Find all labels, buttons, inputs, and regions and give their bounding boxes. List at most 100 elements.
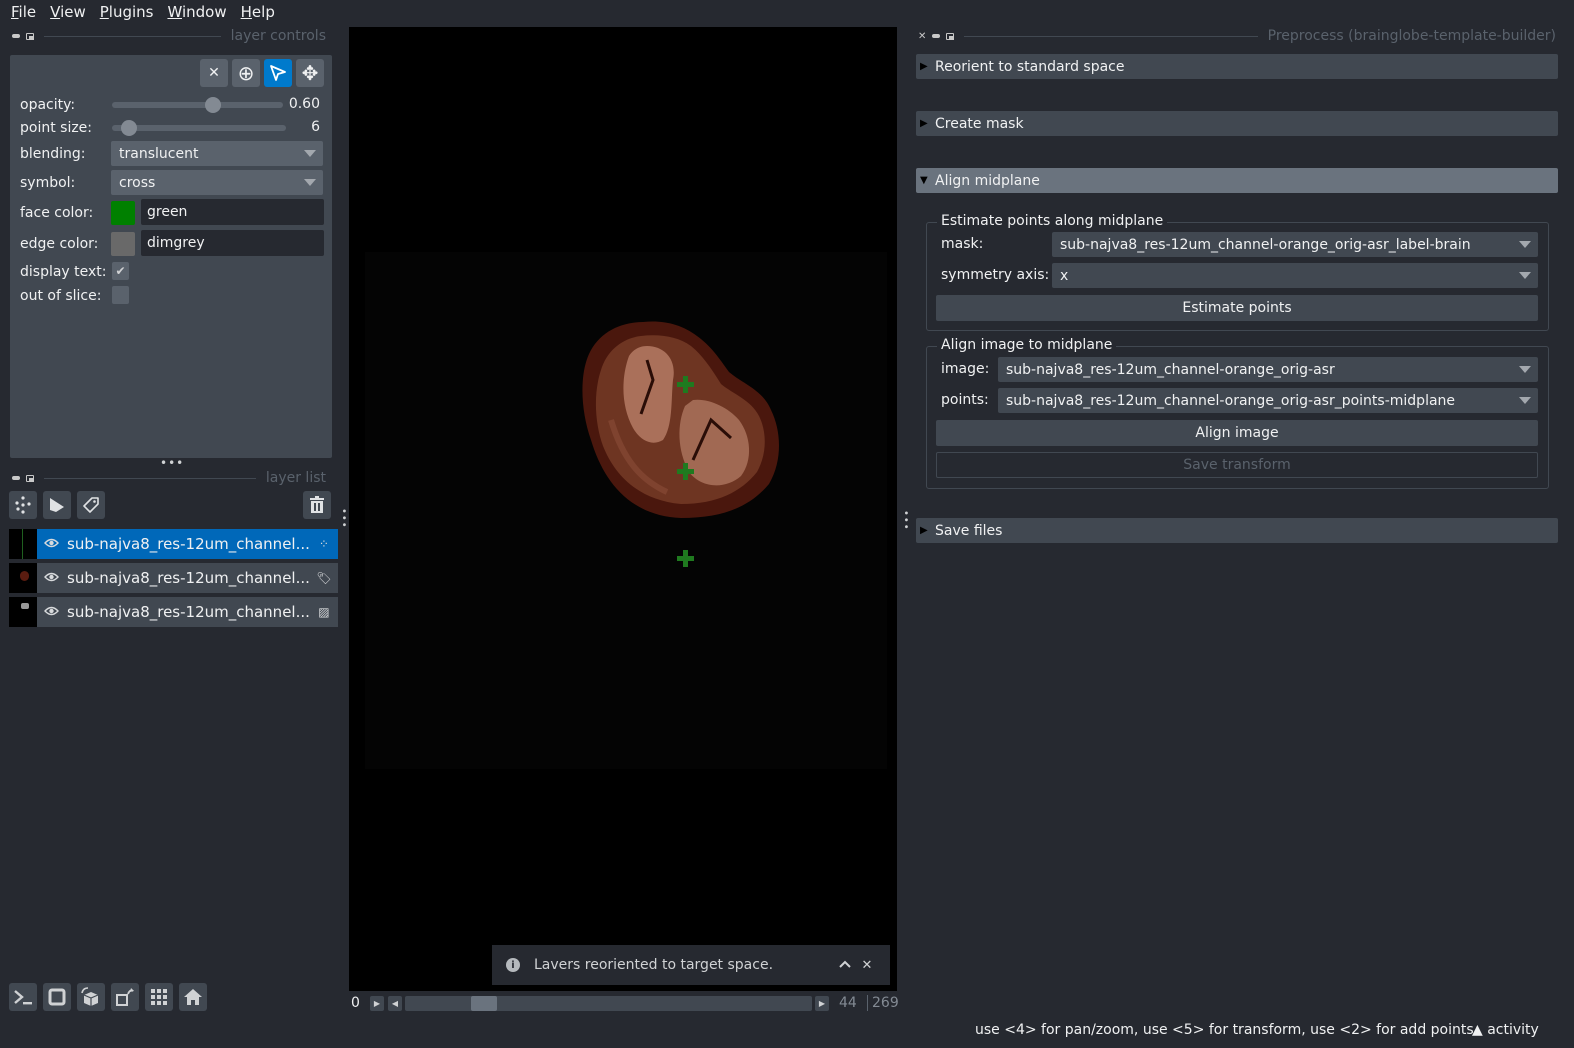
estimate-points-button[interactable]: Estimate points — [936, 295, 1538, 321]
layer-name[interactable]: sub-najva8_res-12um_channel... — [67, 603, 310, 621]
play-button[interactable]: ▶ — [370, 996, 384, 1011]
menu-plugins-label: lugins — [108, 3, 154, 21]
symmetry-axis-value: x — [1060, 267, 1069, 284]
dock-title-divider — [44, 35, 221, 37]
opacity-slider-handle[interactable] — [205, 97, 221, 113]
point-size-slider-handle[interactable] — [121, 120, 138, 136]
opacity-label: opacity: — [20, 97, 76, 113]
viewer-canvas[interactable] — [349, 27, 897, 991]
step-forward-button[interactable]: ▶ — [815, 996, 829, 1011]
grid-view-button[interactable] — [145, 983, 173, 1011]
dims-min-label: 0 — [351, 995, 360, 1011]
symmetry-axis-select[interactable]: x — [1052, 263, 1538, 288]
dock-float-icon[interactable] — [946, 32, 955, 40]
point-size-slider[interactable] — [112, 120, 286, 136]
section-save-files-label: Save files — [935, 522, 1003, 539]
dims-slider-thumb[interactable] — [471, 996, 498, 1011]
delete-points-button[interactable]: ✕ — [200, 59, 228, 87]
new-shapes-layer-button[interactable] — [43, 491, 71, 519]
roll-dims-button[interactable] — [77, 983, 105, 1011]
layer-item-body[interactable]: sub-najva8_res-12um_channel... ▨ — [37, 597, 338, 627]
dims-slider-track[interactable] — [405, 996, 812, 1011]
transpose-dims-button[interactable] — [111, 983, 139, 1011]
toggle-2d-3d-button[interactable] — [43, 983, 71, 1011]
left-dock-resize-handle[interactable]: ••• — [338, 508, 349, 529]
dock-hide-icon[interactable] — [12, 476, 20, 480]
layer-item-body[interactable]: sub-najva8_res-12um_channel... ⁘ — [37, 529, 338, 559]
pan-zoom-button[interactable]: ✥ — [296, 59, 324, 87]
activity-toggle[interactable]: ▲ activity — [1472, 1022, 1539, 1038]
expand-notification-icon[interactable] — [834, 958, 856, 973]
visibility-eye-icon[interactable] — [44, 571, 60, 586]
dock-float-icon[interactable] — [26, 474, 34, 482]
new-labels-layer-button[interactable] — [77, 491, 105, 519]
dock-title-divider — [964, 35, 1258, 37]
console-button[interactable] — [9, 983, 37, 1011]
menu-plugins[interactable]: Plugins — [93, 3, 161, 21]
delete-layer-button[interactable] — [303, 491, 331, 519]
midplane-point-marker[interactable] — [677, 550, 694, 567]
symbol-select[interactable]: cross — [111, 170, 323, 195]
dock-hide-icon[interactable] — [12, 34, 20, 38]
triangle-right-icon: ▶ — [920, 118, 928, 129]
menu-help[interactable]: Help — [234, 3, 282, 21]
menu-view[interactable]: View — [43, 3, 93, 21]
image-select[interactable]: sub-najva8_res-12um_channel-orange_orig-… — [998, 357, 1538, 382]
new-points-layer-button[interactable] — [9, 491, 37, 519]
dims-separator — [867, 995, 868, 1011]
triangle-down-icon: ▼ — [920, 175, 928, 186]
dock-splitter-handle[interactable]: ••• — [160, 456, 184, 470]
close-notification-icon[interactable]: ✕ — [856, 958, 878, 973]
right-dock-resize-handle[interactable]: ••• — [900, 510, 911, 531]
step-back-button[interactable]: ◀ — [388, 996, 402, 1011]
out-of-slice-checkbox[interactable] — [112, 286, 129, 304]
info-icon: i — [506, 958, 520, 972]
midplane-point-marker[interactable] — [677, 376, 694, 393]
edge-color-swatch[interactable] — [111, 232, 135, 256]
symmetry-axis-label: symmetry axis: — [941, 267, 1050, 283]
shapes-icon — [50, 498, 64, 512]
menu-window-mnemonic: W — [167, 3, 182, 21]
layer-name[interactable]: sub-najva8_res-12um_channel... — [67, 535, 310, 553]
triangle-right-icon: ▶ — [920, 61, 928, 72]
face-color-swatch[interactable] — [111, 201, 135, 225]
dims-current-value[interactable]: 44 — [839, 995, 857, 1011]
blending-select[interactable]: translucent — [111, 141, 323, 166]
align-image-button[interactable]: Align image — [936, 420, 1538, 446]
visibility-eye-icon[interactable] — [44, 537, 60, 552]
edge-color-label: edge color: — [20, 236, 99, 252]
layer-list-item[interactable]: sub-najva8_res-12um_channel... 🏷 — [9, 563, 338, 593]
edge-color-input[interactable]: dimgrey — [141, 230, 324, 256]
dock-hide-icon[interactable] — [932, 34, 941, 38]
layer-item-body[interactable]: sub-najva8_res-12um_channel... 🏷 — [37, 563, 338, 593]
layer-list-item[interactable]: sub-najva8_res-12um_channel... ⁘ — [9, 529, 338, 559]
menu-file[interactable]: File — [4, 3, 43, 21]
layer-controls-title: layer controls — [230, 28, 326, 44]
section-create-mask-label: Create mask — [935, 115, 1024, 132]
points-select[interactable]: sub-najva8_res-12um_channel-orange_orig-… — [998, 388, 1538, 413]
dock-close-icon[interactable]: ✕ — [918, 31, 926, 42]
section-save-files-header[interactable]: ▶ Save files — [916, 518, 1558, 543]
visibility-eye-icon[interactable] — [44, 605, 60, 620]
add-points-button[interactable]: ⊕ — [232, 59, 260, 87]
display-text-checkbox[interactable]: ✔ — [112, 262, 129, 280]
layer-thumbnail — [9, 563, 37, 593]
grid-icon — [151, 989, 167, 1005]
opacity-slider[interactable] — [112, 97, 283, 113]
section-reorient-header[interactable]: ▶ Reorient to standard space — [916, 54, 1558, 79]
layer-list-dock-header: layer list — [12, 470, 326, 486]
layer-name[interactable]: sub-najva8_res-12um_channel... — [67, 569, 310, 587]
mask-select[interactable]: sub-najva8_res-12um_channel-orange_orig-… — [1052, 232, 1538, 257]
face-color-input[interactable]: green — [141, 199, 324, 225]
section-align-midplane-header[interactable]: ▼ Align midplane — [916, 168, 1558, 193]
select-points-button[interactable] — [264, 59, 292, 87]
transpose-icon — [116, 988, 134, 1006]
midplane-point-marker[interactable] — [677, 463, 694, 480]
layer-list-item[interactable]: sub-najva8_res-12um_channel... ▨ — [9, 597, 338, 627]
section-align-midplane-label: Align midplane — [935, 172, 1040, 189]
menu-window[interactable]: Window — [160, 3, 233, 21]
triangle-right-icon: ▶ — [920, 525, 928, 536]
section-create-mask-header[interactable]: ▶ Create mask — [916, 111, 1558, 136]
dock-float-icon[interactable] — [26, 32, 34, 40]
reset-view-button[interactable] — [179, 983, 207, 1011]
